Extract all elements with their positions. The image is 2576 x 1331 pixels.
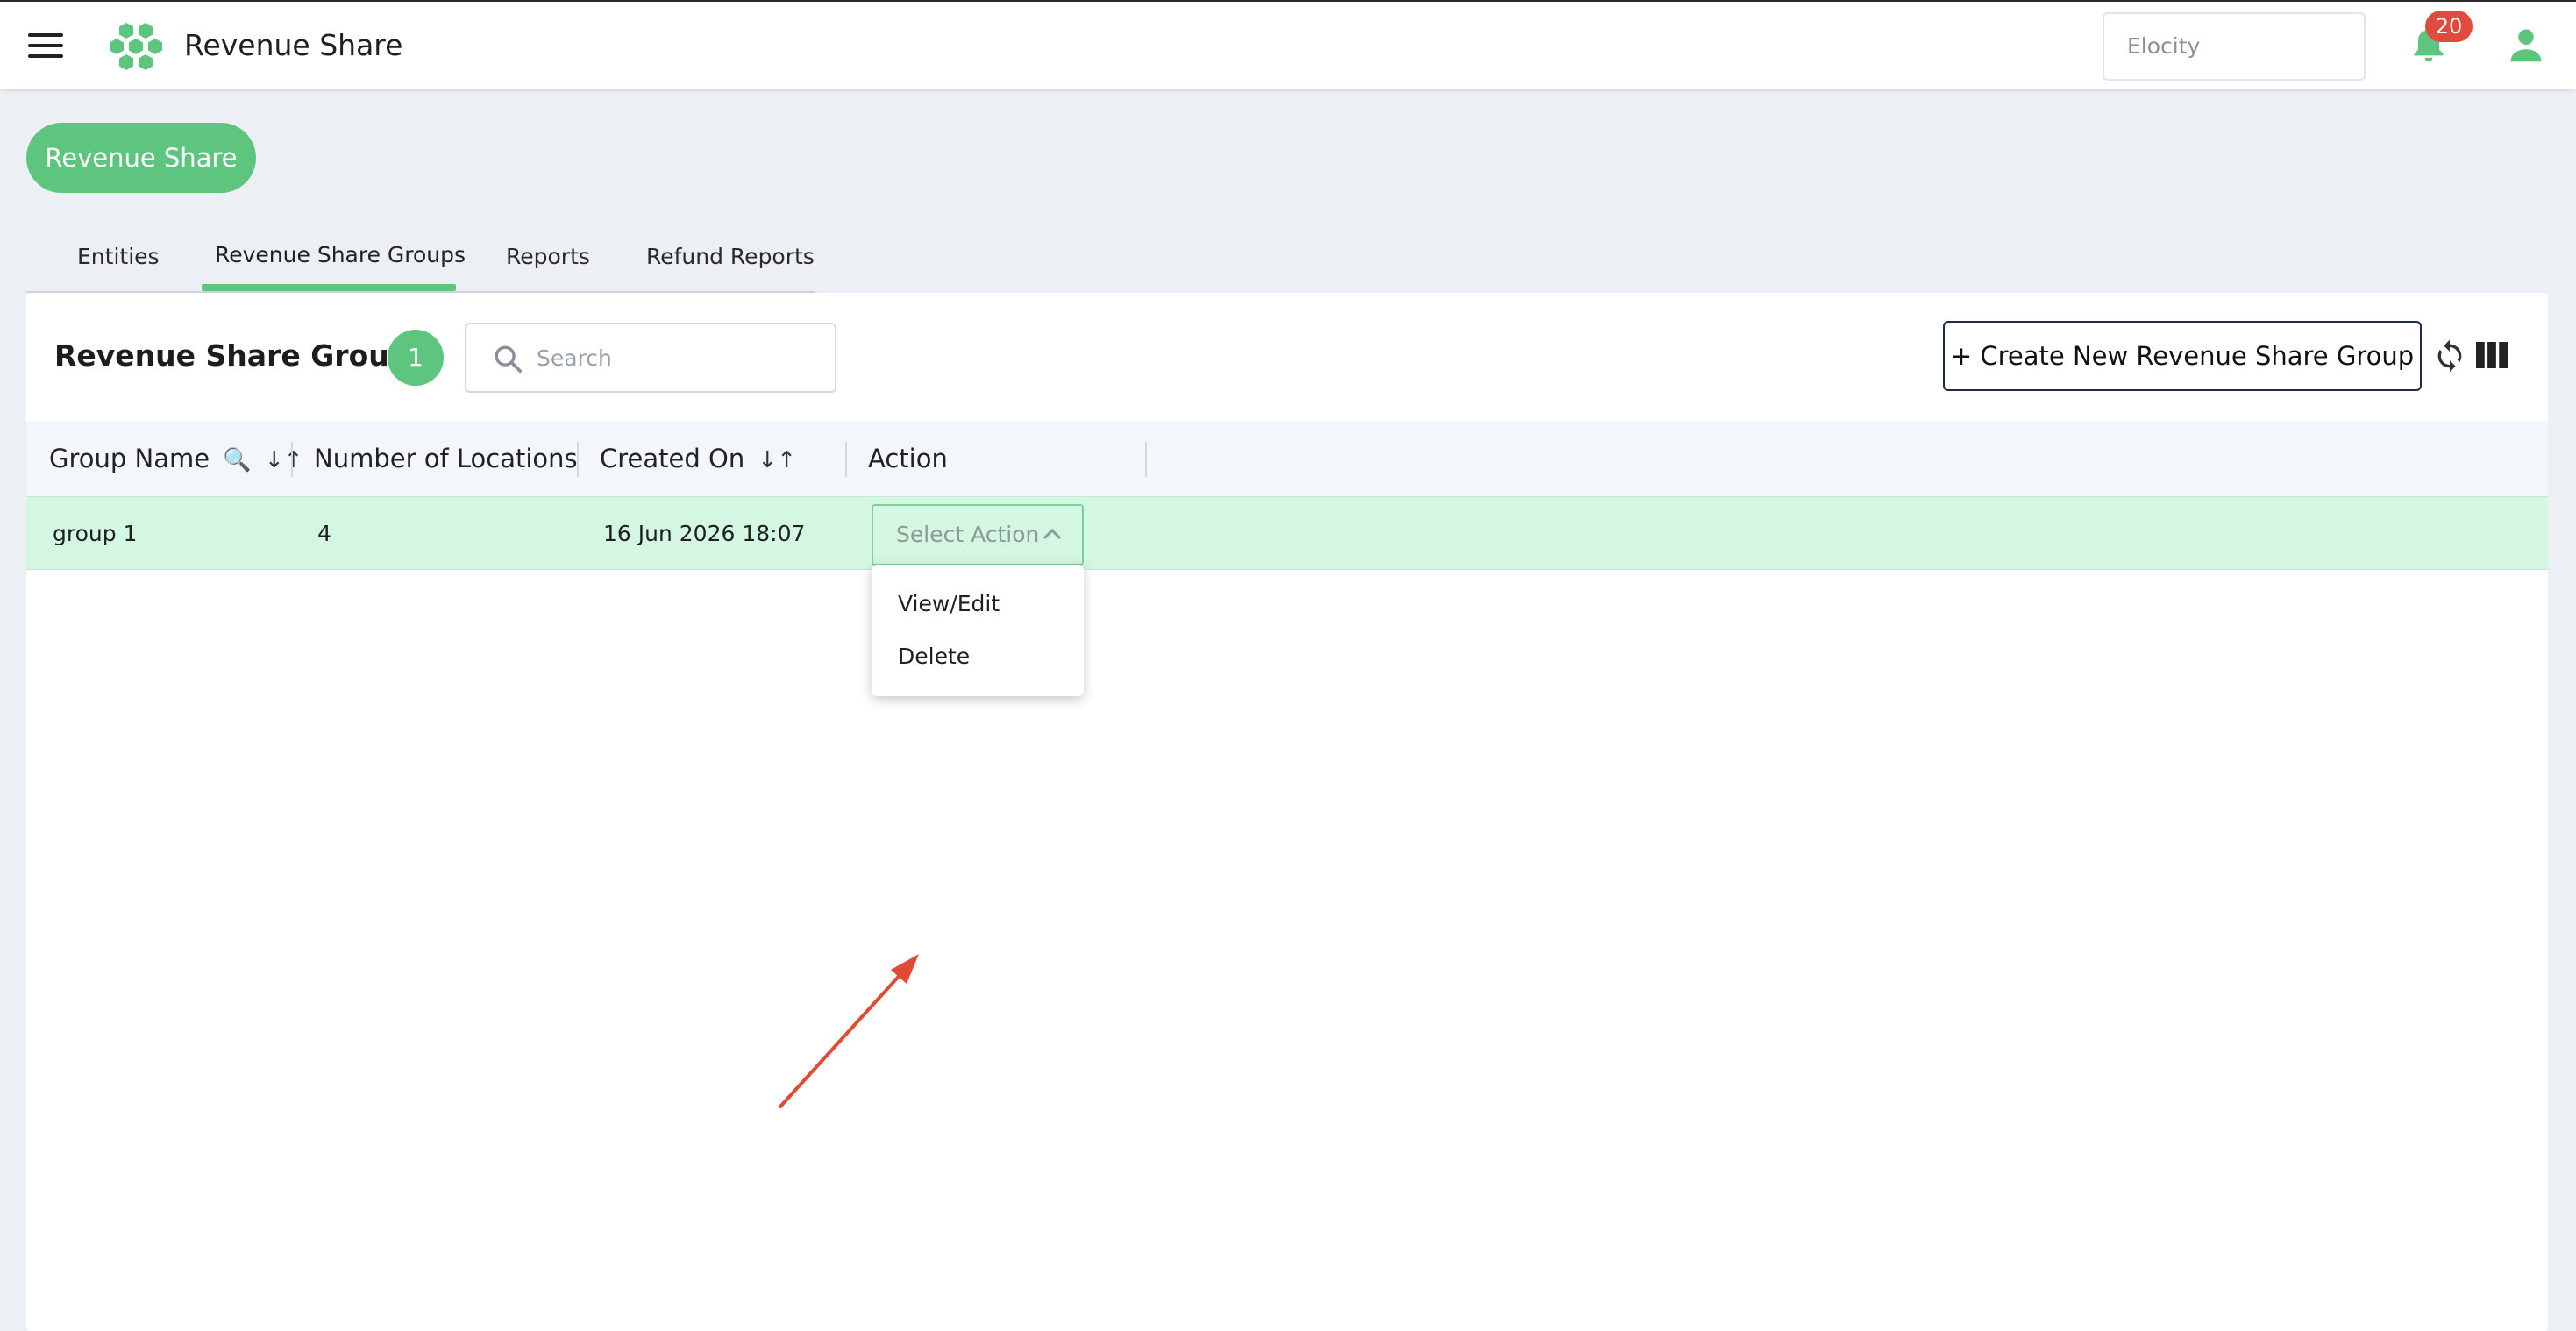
user-icon[interactable] xyxy=(2508,26,2544,63)
column-divider xyxy=(577,442,579,477)
menu-item-view-edit[interactable]: View/Edit xyxy=(898,591,1000,616)
cell-created-on: 16 Jun 2026 18:07 xyxy=(603,521,806,546)
sort-icon[interactable]: ↓↑ xyxy=(758,423,796,498)
tab-refund-reports[interactable]: Refund Reports xyxy=(646,244,815,269)
tab-reports[interactable]: Reports xyxy=(506,244,590,269)
tab-bar: Entities Revenue Share Groups Reports Re… xyxy=(26,221,815,293)
filter-icon[interactable]: 🔍 xyxy=(223,423,251,498)
table-header: Group Name 🔍 ↓↑ Number of Locations Crea… xyxy=(26,421,2548,496)
app-title: Revenue Share xyxy=(184,28,403,62)
app-logo-icon xyxy=(110,23,162,70)
column-header-locations[interactable]: Number of Locations xyxy=(314,421,578,496)
search-box xyxy=(465,323,836,393)
column-divider xyxy=(291,442,293,477)
group-count-badge: 1 xyxy=(388,330,444,386)
search-input[interactable] xyxy=(537,335,817,381)
top-bar: Revenue Share Elocity 20 xyxy=(0,0,2576,89)
refresh-icon[interactable] xyxy=(2432,338,2467,374)
column-divider xyxy=(1145,442,1147,477)
menu-item-delete[interactable]: Delete xyxy=(898,644,970,669)
tab-entities[interactable]: Entities xyxy=(77,244,160,269)
search-icon xyxy=(495,345,523,374)
hamburger-menu-icon[interactable] xyxy=(28,33,63,60)
panel-title: Revenue Share Groups xyxy=(54,338,428,373)
table-row[interactable]: group 1 4 16 Jun 2026 18:07 Select Actio… xyxy=(26,496,2548,570)
annotation-arrow xyxy=(779,954,919,1108)
active-tab-indicator xyxy=(202,284,456,291)
chevron-up-icon xyxy=(1042,528,1062,540)
groups-panel: Revenue Share Groups 1 + Create New Reve… xyxy=(26,293,2548,1331)
tab-revenue-share-groups[interactable]: Revenue Share Groups xyxy=(215,242,466,267)
revenue-share-module-button[interactable]: Revenue Share xyxy=(26,123,256,193)
column-header-group-name[interactable]: Group Name 🔍 ↓↑ xyxy=(49,421,302,496)
create-new-group-button[interactable]: + Create New Revenue Share Group xyxy=(1943,321,2422,391)
notification-badge: 20 xyxy=(2425,11,2473,42)
cell-group-name: group 1 xyxy=(53,521,138,546)
action-menu: View/Edit Delete xyxy=(872,565,1084,696)
select-action-dropdown[interactable]: Select Action xyxy=(872,504,1084,566)
column-header-action: Action xyxy=(868,444,948,473)
sort-icon[interactable]: ↓↑ xyxy=(265,423,303,498)
organization-selector[interactable]: Elocity xyxy=(2103,12,2366,81)
cell-locations: 4 xyxy=(317,521,331,546)
column-header-created-on[interactable]: Created On ↓↑ xyxy=(600,421,796,496)
column-divider xyxy=(845,442,847,477)
columns-icon[interactable] xyxy=(2476,342,2508,368)
